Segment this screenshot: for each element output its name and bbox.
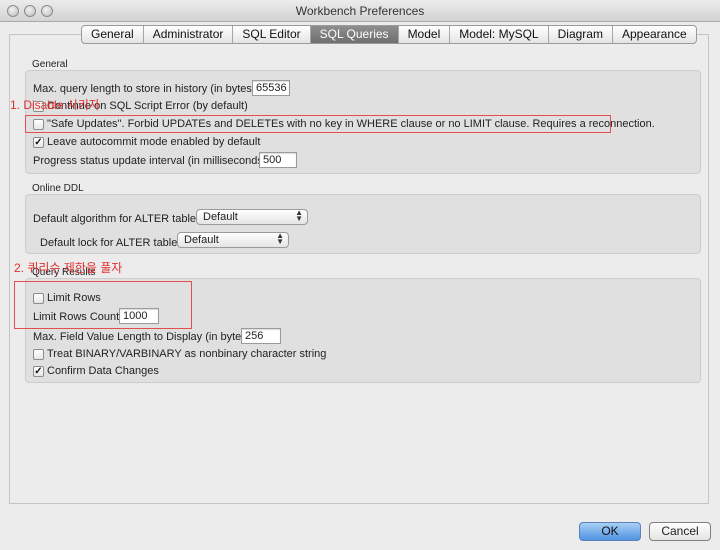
tab-appearance[interactable]: Appearance [613, 26, 696, 43]
limit-rows-highlight-box [14, 281, 192, 329]
tab-model-mysql[interactable]: Model: MySQL [450, 26, 549, 43]
preferences-tabs: General Administrator SQL Editor SQL Que… [81, 25, 697, 44]
tab-administrator[interactable]: Administrator [144, 26, 234, 43]
select-arrows-icon: ▲ ▼ [295, 208, 303, 223]
default-lock-select[interactable]: Default ▲ ▼ [177, 232, 289, 248]
treat-binary-label: Treat BINARY/VARBINARY as nonbinary char… [47, 348, 327, 360]
check-icon: ✓ [34, 137, 43, 148]
autocommit-label: Leave autocommit mode enabled by default [47, 136, 261, 148]
max-query-length-label: Max. query length to store in history (i… [33, 83, 259, 95]
default-lock-label: Default lock for ALTER table: [40, 237, 181, 249]
tab-diagram[interactable]: Diagram [549, 26, 613, 43]
tab-model[interactable]: Model [399, 26, 451, 43]
confirm-changes-label: Confirm Data Changes [47, 365, 159, 377]
online-ddl-section-label: Online DDL [32, 183, 84, 194]
autocommit-checkbox[interactable]: ✓ [33, 137, 44, 148]
default-algorithm-select[interactable]: Default ▲ ▼ [196, 209, 308, 225]
tab-sql-editor[interactable]: SQL Editor [233, 26, 311, 43]
progress-interval-label: Progress status update interval (in mill… [33, 155, 270, 167]
annotation-note-2: 2. 퀴리수 제한을 풀자 [14, 261, 123, 275]
max-field-length-input[interactable]: 256 [241, 328, 281, 344]
tab-general[interactable]: General [82, 26, 144, 43]
cancel-button[interactable]: Cancel [649, 522, 711, 541]
progress-interval-input[interactable]: 500 [259, 152, 297, 168]
default-algorithm-label: Default algorithm for ALTER table: [33, 213, 200, 225]
annotation-note-1: 1. Disable 시키자 [10, 98, 100, 112]
select-arrows-icon: ▲ ▼ [276, 231, 284, 246]
tab-sql-queries[interactable]: SQL Queries [310, 26, 399, 43]
default-lock-value: Default [184, 234, 219, 246]
preferences-content: General Max. query length to store in hi… [0, 22, 720, 550]
max-query-length-input[interactable]: 65536 [252, 80, 290, 96]
default-algorithm-value: Default [203, 211, 238, 223]
check-icon: ✓ [34, 366, 43, 377]
title-bar: Workbench Preferences [0, 0, 720, 22]
online-ddl-group: Default algorithm for ALTER table: Defau… [25, 194, 701, 254]
general-section-label: General [32, 59, 68, 70]
treat-binary-checkbox[interactable] [33, 349, 44, 360]
safe-updates-highlight-box [25, 115, 611, 133]
window-title: Workbench Preferences [295, 4, 425, 18]
ok-button[interactable]: OK [579, 522, 641, 541]
max-field-length-label: Max. Field Value Length to Display (in b… [33, 331, 254, 343]
confirm-changes-checkbox[interactable]: ✓ [33, 366, 44, 377]
